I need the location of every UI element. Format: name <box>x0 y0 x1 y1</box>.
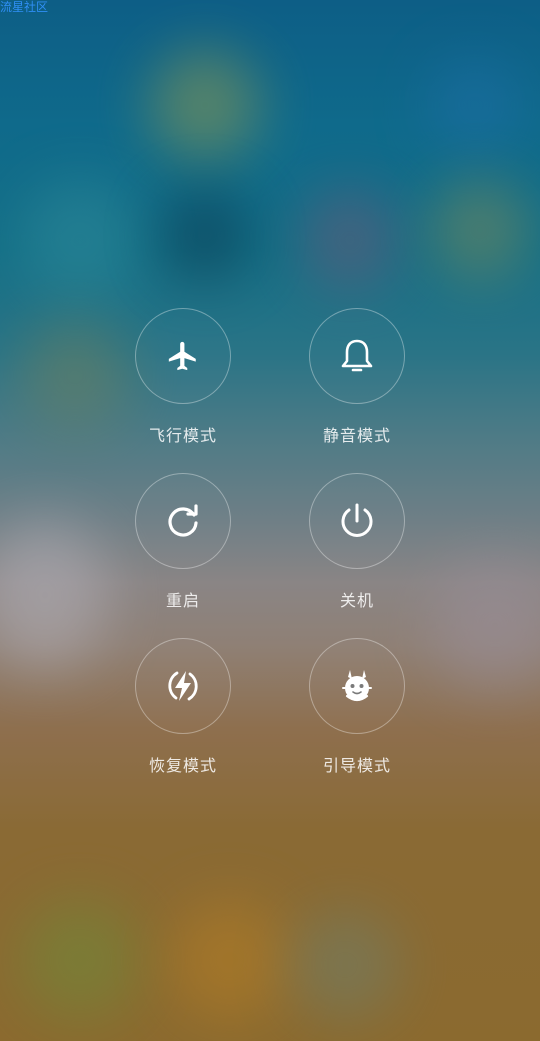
background-blob <box>20 320 130 430</box>
background-blob <box>430 560 540 690</box>
bootloader-mode-label: 引导模式 <box>322 756 391 775</box>
watermark-text: 流星社区 <box>0 0 49 14</box>
recovery-mode-button[interactable] <box>135 638 231 734</box>
airplane-mode-option[interactable]: 飞行模式 <box>123 308 243 446</box>
restart-label: 重启 <box>165 591 200 610</box>
recovery-mode-option[interactable]: 恢复模式 <box>123 638 243 776</box>
background-blob <box>290 910 400 1020</box>
restart-icon <box>163 501 203 541</box>
bootloader-mode-option[interactable]: 引导模式 <box>297 638 417 776</box>
silent-mode-label: 静音模式 <box>322 426 391 445</box>
power-off-button[interactable] <box>309 473 405 569</box>
bell-icon <box>339 337 375 375</box>
background-blob <box>20 900 140 1020</box>
background-blob <box>430 60 520 150</box>
lightning-icon <box>163 666 203 706</box>
background-blob <box>150 50 260 160</box>
power-off-option[interactable]: 关机 <box>297 473 417 611</box>
restart-button[interactable] <box>135 473 231 569</box>
recovery-mode-label: 恢复模式 <box>148 756 217 775</box>
background-blob <box>170 900 290 1020</box>
background-blob <box>160 190 250 280</box>
airplane-mode-label: 飞行模式 <box>148 426 217 445</box>
bootloader-mode-button[interactable] <box>309 638 405 734</box>
airplane-mode-button[interactable] <box>135 308 231 404</box>
silent-mode-button[interactable] <box>309 308 405 404</box>
airplane-icon <box>166 339 200 373</box>
mitu-bunny-icon <box>337 666 377 706</box>
background-blob <box>0 520 110 670</box>
background-blob <box>300 190 400 290</box>
power-icon <box>337 501 377 541</box>
restart-option[interactable]: 重启 <box>123 473 243 611</box>
power-off-label: 关机 <box>339 591 374 610</box>
background-blob <box>430 180 530 280</box>
silent-mode-option[interactable]: 静音模式 <box>297 308 417 446</box>
background-blob <box>20 180 140 300</box>
